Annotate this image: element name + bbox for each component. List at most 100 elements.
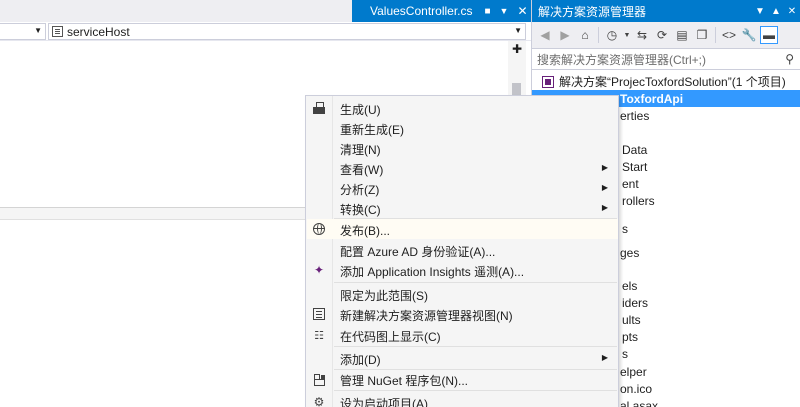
close-icon[interactable]: ✕ [784, 6, 800, 17]
tree-item-label: elper [620, 364, 647, 379]
tree-item[interactable]: s [622, 345, 628, 362]
menu-item-add[interactable]: 添加(D) ▶ [307, 348, 618, 368]
search-icon[interactable]: ⚲ [785, 52, 794, 66]
submenu-arrow-icon: ▶ [601, 203, 608, 212]
tree-item-label: s [622, 346, 628, 361]
gear-icon: ⚙ [313, 395, 325, 407]
menu-item-publish[interactable]: 发布(B)... [307, 219, 618, 239]
solution-icon [542, 75, 554, 88]
menu-item-label: 配置 Azure AD 身份验证(A)... [340, 245, 496, 259]
close-icon[interactable]: ✕ [517, 4, 527, 18]
menu-separator [334, 390, 617, 391]
globe-icon [311, 221, 327, 237]
menu-item-app-insights[interactable]: ✦ 添加 Application Insights 遥测(A)... [307, 260, 618, 280]
menu-item-label: 查看(W) [340, 163, 384, 177]
menu-item-nuget[interactable]: 管理 NuGet 程序包(N)... [307, 369, 618, 389]
view-code-icon[interactable]: <> [720, 26, 738, 44]
menu-item-label: 添加 Application Insights 遥测(A)... [340, 265, 525, 279]
tree-item[interactable]: s [622, 220, 628, 237]
menu-item-label: 重新生成(E) [340, 123, 404, 137]
tree-item[interactable]: ults [622, 311, 641, 328]
tree-item[interactable]: Start [622, 158, 647, 175]
type-dropdown[interactable]: ▼ [0, 23, 46, 40]
tree-item-label: iders [622, 295, 649, 310]
chevron-down-icon[interactable]: ▼ [623, 26, 631, 44]
tree-item-solution[interactable]: 解决方案“ProjecToxfordSolution”(1 个项目) [542, 73, 786, 90]
menu-item-label: 清理(N) [340, 143, 381, 157]
menu-item-rebuild[interactable]: 重新生成(E) [307, 118, 618, 138]
history-icon[interactable]: ◷ [603, 26, 621, 44]
solution-explorer-search[interactable]: 搜索解决方案资源管理器(Ctrl+;) ⚲ [532, 48, 800, 70]
chevron-down-icon[interactable]: ▼ [752, 6, 768, 17]
menu-item-label: 限定为此范围(S) [340, 289, 428, 303]
home-icon[interactable]: ⌂ [576, 26, 594, 44]
menu-item-convert[interactable]: 转换(C) ▶ [307, 198, 618, 218]
tree-item-label: 解决方案“ProjecToxfordSolution”(1 个项目) [559, 75, 786, 89]
menu-item-label: 分析(Z) [340, 183, 380, 197]
preview-selected-icon[interactable]: ▬ [760, 26, 778, 44]
tree-item[interactable]: pts [622, 328, 638, 345]
menu-separator [334, 346, 617, 347]
chevron-down-icon: ▼ [514, 26, 522, 35]
menu-item-label: 添加(D) [340, 353, 381, 367]
toolbar-separator [715, 27, 716, 43]
show-all-files-icon[interactable]: ❐ [693, 26, 711, 44]
tree-item[interactable]: elper [620, 363, 647, 380]
menu-item-analyze[interactable]: 分析(Z) ▶ [307, 178, 618, 198]
tree-item[interactable]: Data [622, 141, 647, 158]
sync-icon[interactable]: ⇆ [633, 26, 651, 44]
menu-item-build[interactable]: 生成(U) [307, 98, 618, 118]
tree-item-label: ToxfordApi [620, 91, 684, 106]
tree-item-label: rollers [622, 193, 655, 208]
tree-item[interactable]: erties [620, 107, 649, 124]
menu-item-scope[interactable]: 限定为此范围(S) [307, 284, 618, 304]
tree-item[interactable]: ges [620, 244, 639, 261]
menu-item-new-view[interactable]: 新建解决方案资源管理器视图(N) [307, 304, 618, 324]
code-map-icon: ☷ [314, 329, 324, 342]
collapse-all-icon[interactable]: ▤ [673, 26, 691, 44]
menu-item-azure-ad[interactable]: 配置 Azure AD 身份验证(A)... [307, 240, 618, 260]
menu-item-label: 管理 NuGet 程序包(N)... [340, 374, 469, 388]
refresh-icon[interactable]: ⟳ [653, 26, 671, 44]
tree-item[interactable]: ent [622, 175, 639, 192]
document-tab[interactable]: ValuesController.cs ■ ▼ ✕ [352, 0, 531, 22]
search-placeholder: 搜索解决方案资源管理器(Ctrl+;) [537, 52, 706, 67]
chevron-down-icon[interactable]: ▼ [500, 6, 509, 16]
member-dropdown[interactable]: serviceHost ▼ [48, 23, 526, 40]
menu-item-view[interactable]: 查看(W) ▶ [307, 158, 618, 178]
menu-item-set-startup[interactable]: ⚙ 设为启动项目(A) [307, 392, 618, 407]
tree-item-label: al.asax [620, 398, 659, 407]
build-icon [311, 100, 327, 116]
application-insights-icon: ✦ [313, 263, 325, 277]
tree-item-label: erties [620, 108, 650, 123]
tree-item[interactable]: els [622, 277, 637, 294]
submenu-arrow-icon: ▶ [601, 163, 608, 172]
chevron-down-icon: ▼ [34, 26, 42, 35]
menu-item-label: 生成(U) [340, 103, 381, 117]
properties-icon[interactable]: 🔧 [740, 26, 758, 44]
back-icon[interactable]: ◀ [536, 26, 554, 44]
solution-explorer-title: 解决方案资源管理器 [538, 4, 647, 19]
toolbar-separator [598, 27, 599, 43]
pin-icon[interactable]: ▲ [768, 6, 784, 17]
tree-item-label: Start [622, 159, 648, 174]
solution-explorer-titlebar: 解决方案资源管理器 ▼ ▲ ✕ [532, 0, 800, 22]
menu-item-clean[interactable]: 清理(N) [307, 138, 618, 158]
menu-item-code-map[interactable]: ☷ 在代码图上显示(C) [307, 325, 618, 345]
tree-item[interactable]: rollers [622, 192, 655, 209]
menu-item-label: 转换(C) [340, 203, 381, 217]
forward-icon[interactable]: ▶ [556, 26, 574, 44]
split-window-icon[interactable]: ✚ [511, 43, 523, 55]
nuget-icon [311, 371, 327, 387]
tree-item-label: Data [622, 142, 648, 157]
tree-item[interactable]: on.ico [620, 380, 652, 397]
member-dropdown-value: serviceHost [67, 24, 130, 39]
tree-item[interactable]: al.asax [620, 397, 658, 407]
tree-item-label: ges [620, 245, 640, 260]
tree-item-label: ent [622, 176, 639, 191]
submenu-arrow-icon: ▶ [601, 353, 608, 362]
document-tab-bar: ValuesController.cs ■ ▼ ✕ [0, 0, 531, 22]
tree-item[interactable]: iders [622, 294, 648, 311]
pin-icon[interactable]: ■ [485, 6, 491, 17]
field-icon [52, 26, 63, 37]
